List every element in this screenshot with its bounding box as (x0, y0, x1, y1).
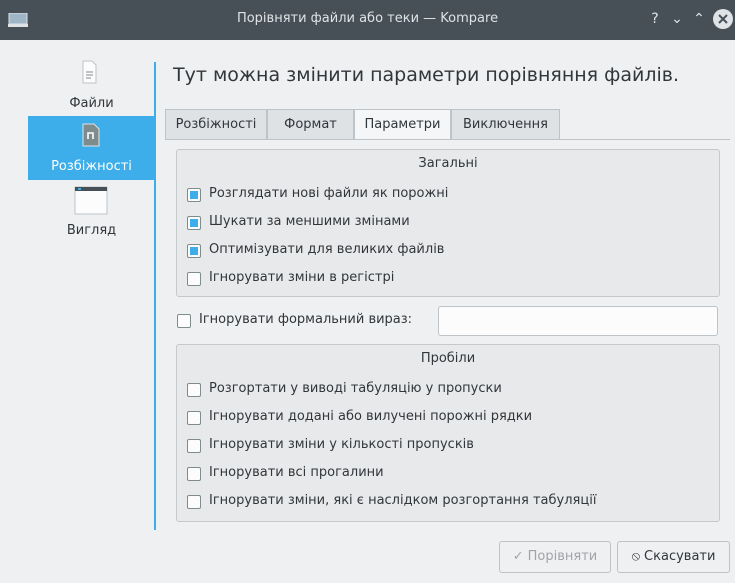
checkbox[interactable] (187, 439, 201, 453)
check-icon: ✓ (512, 549, 524, 564)
sidebar-item-label: Вигляд (66, 223, 117, 238)
window-icon (74, 186, 108, 215)
title-bar: Порівняти файли або теки — Kompare ? ⌄ ⌃ (0, 0, 735, 40)
regex-input[interactable] (438, 306, 718, 336)
checkbox-label: Розглядати нові файли як порожні (209, 186, 449, 201)
tab-options[interactable]: Параметри (354, 109, 451, 140)
checkbox-label: Розгортати у виводі табуляцію у пропуски (209, 381, 502, 396)
sidebar-item-view[interactable]: Вигляд (28, 182, 155, 242)
diff-icon (82, 123, 100, 147)
checkbox[interactable] (187, 216, 201, 230)
minimize-icon[interactable]: ⌄ (667, 9, 687, 29)
checkbox[interactable] (187, 467, 201, 481)
tab-format[interactable]: Формат (267, 109, 354, 139)
checkbox-label: Ігнорувати всі прогалини (209, 465, 384, 480)
close-icon[interactable] (713, 9, 733, 29)
checkbox-label: Ігнорувати формальний вираз: (199, 312, 413, 327)
compare-label: Порівняти (527, 549, 598, 564)
help-icon[interactable]: ? (645, 9, 665, 29)
tab-exclusions[interactable]: Виключення (451, 109, 560, 139)
checkbox-label: Ігнорувати додані або вилучені порожні р… (209, 409, 533, 424)
checkbox-label: Оптимізувати для великих файлів (209, 242, 445, 257)
checkbox[interactable] (187, 495, 201, 509)
group-title: Загальні (418, 156, 478, 171)
whitespace-group: Пробіли Розгортати у виводі табуляцію у … (176, 344, 720, 522)
checkbox[interactable] (187, 411, 201, 425)
sidebar-divider (154, 62, 156, 530)
sidebar: Файли Розбіжності Вигляд (28, 40, 155, 540)
general-group: Загальні Розглядати нові файли як порожн… (176, 149, 720, 297)
sidebar-item-files[interactable]: Файли (28, 58, 155, 116)
file-icon (82, 60, 97, 84)
sidebar-item-differences[interactable]: Розбіжності (28, 116, 155, 180)
checkbox[interactable] (187, 272, 201, 286)
sidebar-item-label: Розбіжності (51, 159, 132, 174)
tab-differences[interactable]: Розбіжності (165, 109, 267, 139)
checkbox[interactable] (187, 188, 201, 202)
sidebar-item-label: Файли (69, 96, 114, 111)
cancel-label: Скасувати (644, 549, 716, 564)
checkbox-label: Шукати за меншими змінами (209, 214, 410, 229)
cancel-icon: ⦸ (631, 549, 641, 564)
window-title: Порівняти файли або теки — Kompare (236, 11, 499, 26)
checkbox[interactable] (187, 383, 201, 397)
page-title: Тут можна змінити параметри порівняння ф… (173, 64, 680, 86)
maximize-icon[interactable]: ⌃ (689, 9, 709, 29)
compare-button[interactable]: ✓ Порівняти (499, 541, 611, 573)
group-title: Пробіли (420, 351, 476, 366)
checkbox[interactable] (177, 314, 191, 328)
checkbox-label: Ігнорувати зміни, які є наслідком розгор… (209, 493, 597, 508)
checkbox[interactable] (187, 244, 201, 258)
checkbox-label: Ігнорувати зміни у кількості пропусків (209, 437, 474, 452)
cancel-button[interactable]: ⦸ Скасувати (617, 541, 730, 573)
checkbox-label: Ігнорувати зміни в регістрі (209, 270, 395, 285)
